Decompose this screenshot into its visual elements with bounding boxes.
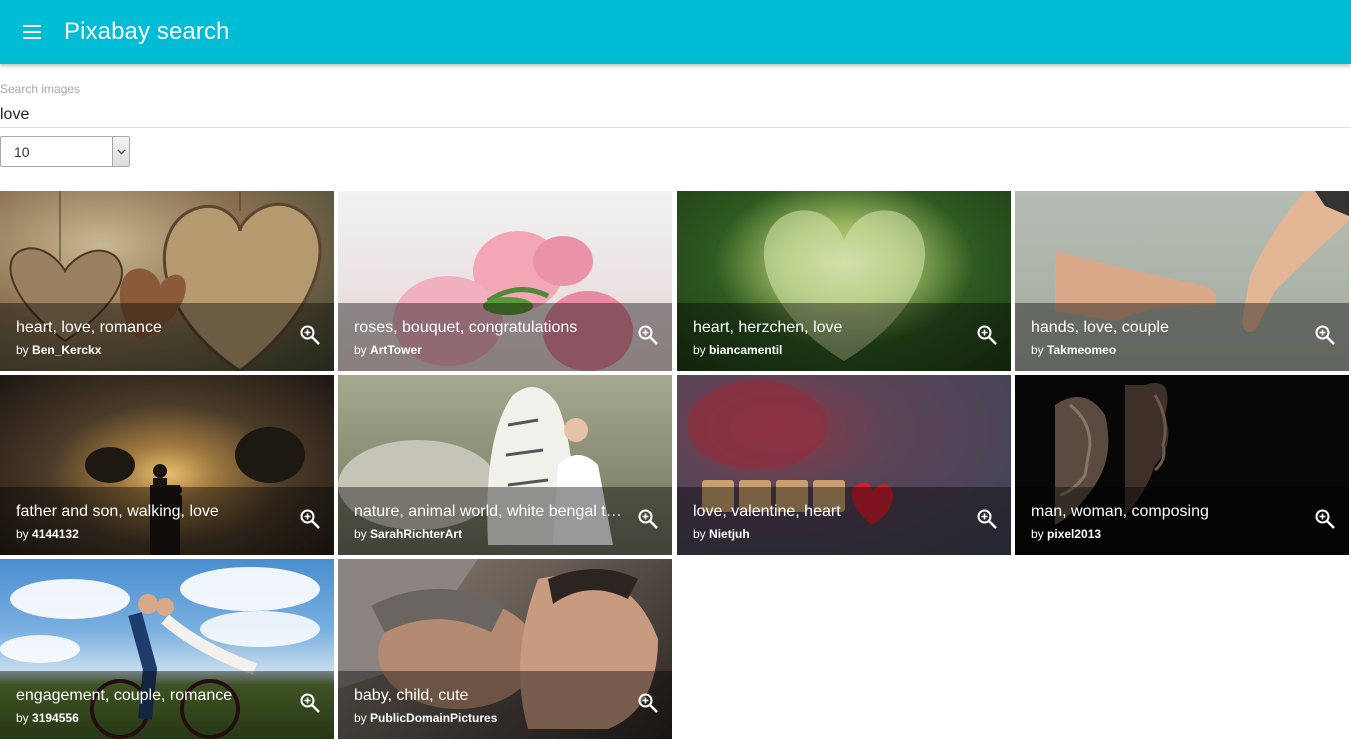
tile-caption-bar: nature, animal world, white bengal tiger… bbox=[338, 487, 672, 555]
search-label: Search images bbox=[0, 82, 81, 96]
image-tags: father and son, walking, love bbox=[16, 503, 219, 520]
menu-button[interactable] bbox=[0, 0, 64, 64]
image-author: by Takmeomeo bbox=[1031, 343, 1117, 357]
image-tags: baby, child, cute bbox=[354, 687, 469, 704]
zoom-in-icon[interactable] bbox=[298, 507, 322, 531]
tile-caption-bar: roses, bouquet, congratulations by ArtTo… bbox=[338, 303, 672, 371]
image-tile[interactable]: heart, love, romance by Ben_Kerckx bbox=[0, 191, 334, 371]
hamburger-menu-icon bbox=[23, 25, 41, 39]
zoom-in-icon[interactable] bbox=[636, 691, 660, 715]
image-tile[interactable]: man, woman, composing by pixel2013 bbox=[1015, 375, 1349, 555]
amount-select-value: 10 bbox=[14, 143, 30, 160]
image-author: by PublicDomainPictures bbox=[354, 711, 498, 725]
tile-caption-bar: man, woman, composing by pixel2013 bbox=[1015, 487, 1349, 555]
zoom-in-icon[interactable] bbox=[975, 507, 999, 531]
chevron-down-icon bbox=[117, 149, 125, 154]
zoom-in-icon[interactable] bbox=[1313, 507, 1337, 531]
tile-caption-bar: baby, child, cute by PublicDomainPicture… bbox=[338, 671, 672, 739]
image-tags: heart, love, romance bbox=[16, 319, 162, 336]
tile-caption-bar: hands, love, couple by Takmeomeo bbox=[1015, 303, 1349, 371]
image-tile[interactable]: engagement, couple, romance by 3194556 bbox=[0, 559, 334, 739]
tile-caption-bar: love, valentine, heart by Nietjuh bbox=[677, 487, 1011, 555]
image-author: by biancamentil bbox=[693, 343, 783, 357]
image-tile[interactable]: love, valentine, heart by Nietjuh bbox=[677, 375, 1011, 555]
image-author: by 3194556 bbox=[16, 711, 79, 725]
image-author: by 4144132 bbox=[16, 527, 79, 541]
tile-caption-bar: heart, love, romance by Ben_Kerckx bbox=[0, 303, 334, 371]
zoom-in-icon[interactable] bbox=[975, 323, 999, 347]
search-field: Search images bbox=[0, 80, 1351, 128]
image-tags: heart, herzchen, love bbox=[693, 319, 843, 336]
image-tags: roses, bouquet, congratulations bbox=[354, 319, 578, 336]
amount-select[interactable]: 10 bbox=[0, 136, 130, 167]
image-author: by Nietjuh bbox=[693, 527, 750, 541]
tile-caption-bar: heart, herzchen, love by biancamentil bbox=[677, 303, 1011, 371]
zoom-in-icon[interactable] bbox=[1313, 323, 1337, 347]
image-tile[interactable]: father and son, walking, love by 4144132 bbox=[0, 375, 334, 555]
image-author: by pixel2013 bbox=[1031, 527, 1102, 541]
image-author: by SarahRichterArt bbox=[354, 527, 463, 541]
zoom-in-icon[interactable] bbox=[636, 323, 660, 347]
tile-caption-bar: engagement, couple, romance by 3194556 bbox=[0, 671, 334, 739]
image-author: by ArtTower bbox=[354, 343, 422, 357]
app-bar: Pixabay search bbox=[0, 0, 1351, 64]
image-tile[interactable]: baby, child, cute by PublicDomainPicture… bbox=[338, 559, 672, 739]
image-tile[interactable]: nature, animal world, white bengal tiger… bbox=[338, 375, 672, 555]
select-arrow-button[interactable] bbox=[112, 137, 129, 166]
image-author: by Ben_Kerckx bbox=[16, 343, 102, 357]
zoom-in-icon[interactable] bbox=[298, 323, 322, 347]
zoom-in-icon[interactable] bbox=[636, 507, 660, 531]
image-tile[interactable]: roses, bouquet, congratulations by ArtTo… bbox=[338, 191, 672, 371]
image-tags: nature, animal world, white bengal tiger bbox=[354, 503, 624, 520]
image-tags: love, valentine, heart bbox=[693, 503, 841, 520]
app-title: Pixabay search bbox=[64, 18, 230, 45]
image-tags: man, woman, composing bbox=[1031, 503, 1209, 520]
zoom-in-icon[interactable] bbox=[298, 691, 322, 715]
image-tags: engagement, couple, romance bbox=[16, 687, 233, 704]
image-tags: hands, love, couple bbox=[1031, 319, 1169, 336]
tile-caption-bar: father and son, walking, love by 4144132 bbox=[0, 487, 334, 555]
image-tile[interactable]: hands, love, couple by Takmeomeo bbox=[1015, 191, 1349, 371]
image-tile[interactable]: heart, herzchen, love by biancamentil bbox=[677, 191, 1011, 371]
search-input[interactable] bbox=[0, 102, 1351, 128]
